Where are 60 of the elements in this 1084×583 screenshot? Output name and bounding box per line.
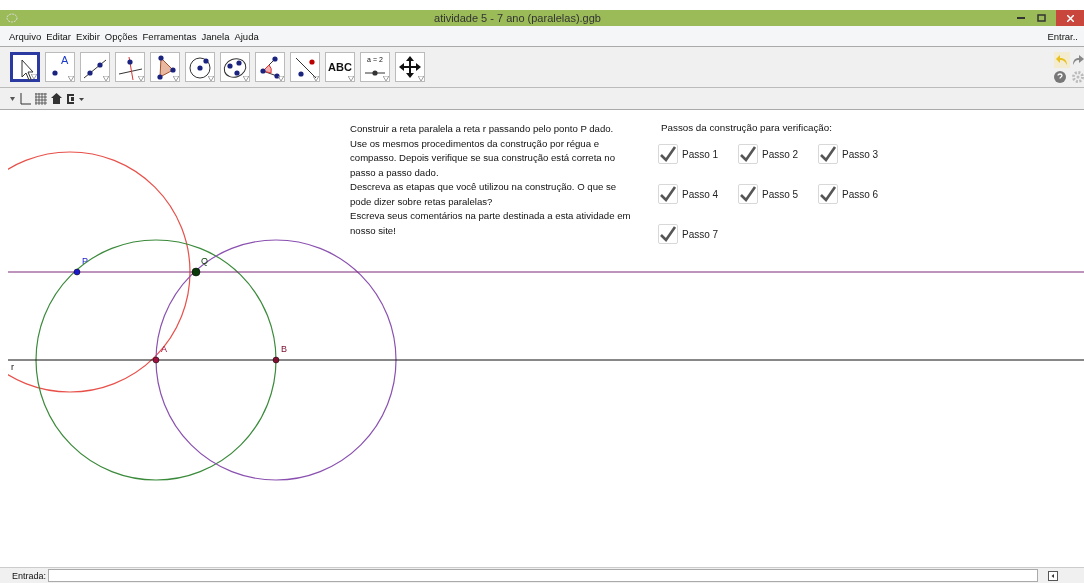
tool-button[interactable] bbox=[395, 52, 425, 82]
point-icon bbox=[52, 70, 58, 76]
checkbox-label: Passo 6 bbox=[842, 188, 879, 200]
menu-item[interactable]: Ajuda bbox=[234, 30, 259, 42]
steps-heading: Passos da construção para verificação: bbox=[661, 122, 833, 133]
point-label: Q bbox=[201, 256, 208, 266]
tool-button[interactable] bbox=[185, 52, 215, 82]
tool-button[interactable] bbox=[150, 52, 180, 82]
app-icon bbox=[6, 12, 18, 24]
tool-button[interactable]: A bbox=[45, 52, 75, 82]
tool-button[interactable] bbox=[10, 52, 40, 82]
home-icon[interactable] bbox=[51, 93, 62, 104]
tool-button[interactable] bbox=[220, 52, 250, 82]
checkbox[interactable] bbox=[658, 184, 678, 204]
checkbox-label: Passo 2 bbox=[762, 148, 799, 160]
instruction-text: Descreva as etapas que você utilizou na construção. O que se pode dizer sobre retas paralelas? bbox=[350, 180, 618, 209]
checkbox[interactable] bbox=[738, 144, 758, 164]
instruction-text: Use os mesmos procedimentos da construção por régua e compasso. Depois verifique se sua construção está correta no passo a passo dado. bbox=[350, 136, 617, 180]
checkbox-label: Passo 1 bbox=[682, 148, 719, 160]
tool-button[interactable] bbox=[80, 52, 110, 82]
menu-item[interactable]: Editar bbox=[46, 30, 72, 42]
window-title: atividade 5 - 7 ano (paralelas).ggb bbox=[433, 12, 602, 24]
menu-item[interactable]: Arquivo bbox=[9, 30, 42, 42]
menu-item[interactable]: Opções bbox=[104, 30, 138, 42]
axes-icon[interactable] bbox=[19, 92, 31, 105]
tool-button[interactable]: ABC bbox=[325, 52, 355, 82]
caret-icon[interactable] bbox=[278, 76, 284, 81]
close-icon[interactable] bbox=[1066, 14, 1074, 22]
checkbox[interactable] bbox=[658, 144, 678, 164]
checkbox-label: Passo 3 bbox=[842, 148, 879, 160]
keyboard-icon[interactable] bbox=[1048, 570, 1058, 581]
instruction-text: Escreva seus comentários na parte destinada a esta atividade em nosso site! bbox=[350, 209, 632, 238]
checkbox-label: Passo 5 bbox=[762, 188, 799, 200]
minimize-icon[interactable] bbox=[1017, 16, 1025, 20]
checkbox[interactable] bbox=[818, 144, 838, 164]
maximize-icon[interactable] bbox=[1037, 14, 1046, 22]
input-label: Entrada: bbox=[12, 570, 47, 581]
tool-button[interactable] bbox=[115, 52, 145, 82]
instruction-text: Construir a reta paralela a reta r passando pelo ponto P dado. bbox=[350, 122, 615, 136]
menu-item[interactable]: Exibir bbox=[76, 30, 100, 42]
point-label: B bbox=[281, 344, 287, 354]
checkbox[interactable] bbox=[818, 184, 838, 204]
help-icon[interactable] bbox=[1054, 70, 1066, 83]
tool-button[interactable] bbox=[255, 52, 285, 82]
checkbox-label: Passo 4 bbox=[682, 188, 719, 200]
point-label: A bbox=[161, 344, 167, 354]
menu-item[interactable]: Janela bbox=[201, 30, 230, 42]
input-field[interactable] bbox=[48, 569, 1039, 582]
tool-button[interactable] bbox=[290, 52, 320, 82]
line-label: r bbox=[11, 362, 14, 372]
checkbox[interactable] bbox=[658, 224, 678, 244]
login-link[interactable]: Entrar.. bbox=[1047, 30, 1078, 42]
close-button[interactable] bbox=[1056, 10, 1084, 26]
caret-icon[interactable] bbox=[313, 76, 319, 81]
caret-icon[interactable] bbox=[10, 96, 15, 101]
menu-item[interactable]: Ferramentas bbox=[142, 30, 197, 42]
slider-icon bbox=[365, 70, 385, 76]
checkbox-label: Passo 7 bbox=[682, 228, 719, 240]
checkbox[interactable] bbox=[738, 184, 758, 204]
label-style-icon[interactable] bbox=[66, 93, 86, 104]
